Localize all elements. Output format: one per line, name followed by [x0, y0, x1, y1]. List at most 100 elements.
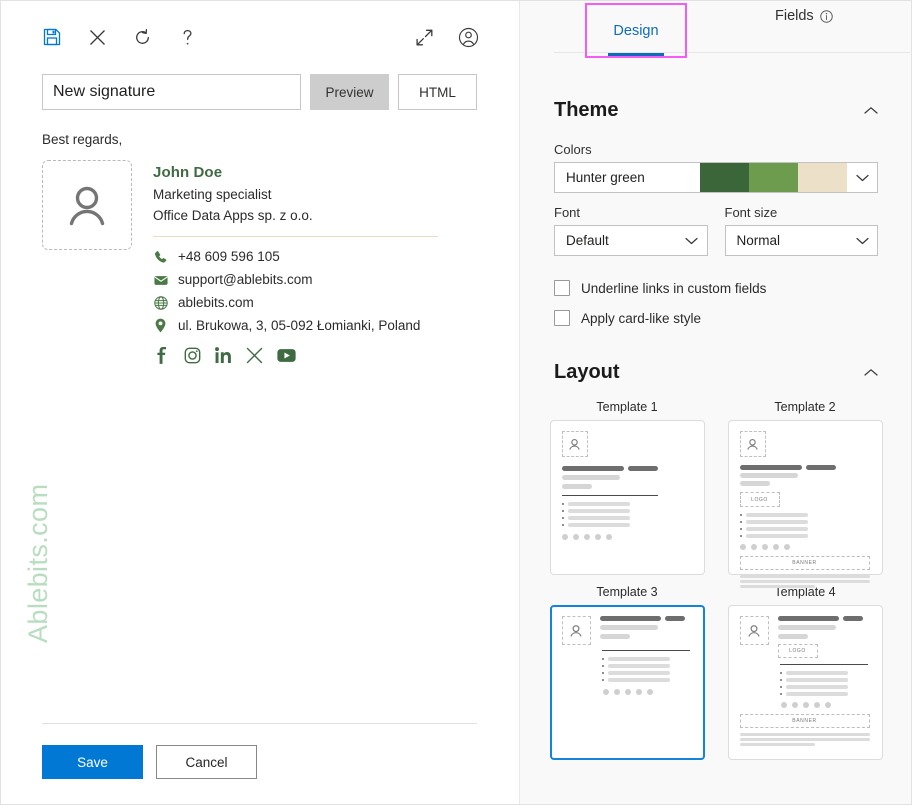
signature-name-input[interactable] [42, 74, 301, 110]
layout-title: Layout [554, 360, 620, 383]
html-tab-button[interactable]: HTML [398, 74, 477, 110]
refresh-icon[interactable] [133, 28, 152, 47]
instagram-icon[interactable] [184, 347, 201, 364]
globe-icon [153, 295, 168, 310]
chevron-up-icon[interactable] [864, 368, 878, 377]
theme-section-header[interactable]: Theme [520, 90, 912, 130]
cancel-button[interactable]: Cancel [156, 745, 257, 779]
signature-company: Office Data Apps sp. z o.o. [153, 208, 313, 223]
tab-design-label: Design [613, 22, 659, 39]
font-size-dropdown[interactable]: Normal [724, 225, 878, 256]
banner-placeholder: BANNER [739, 714, 870, 728]
contact-text: ablebits.com [178, 295, 254, 310]
youtube-icon[interactable] [277, 348, 296, 363]
contact-row-phone: +48 609 596 105 [153, 249, 438, 264]
template-3-label: Template 3 [596, 585, 658, 599]
location-pin-icon [153, 318, 168, 333]
underline-links-checkbox-row: Underline links in custom fields [520, 280, 912, 296]
logo-placeholder: LOGO [739, 492, 780, 507]
card-style-label: Apply card-like style [581, 310, 702, 326]
font-dropdown[interactable]: Default [554, 225, 708, 256]
colors-label: Colors [554, 142, 592, 157]
signature-editor-window: Preview HTML Best regards, John Doe Mark… [0, 0, 912, 805]
font-label: Font [554, 205, 581, 220]
phone-icon [153, 250, 168, 264]
logo-placeholder: LOGO [777, 644, 818, 658]
person-placeholder-icon [561, 431, 588, 457]
settings-pane: Design Fields Theme Colors Hunter green … [520, 0, 912, 805]
logo-label: LOGO [751, 496, 768, 503]
editor-footer: Save Cancel [42, 723, 477, 805]
close-x-icon[interactable] [88, 28, 107, 47]
editor-pane: Preview HTML Best regards, John Doe Mark… [0, 0, 520, 805]
template-3-card[interactable] [549, 605, 705, 760]
colors-dropdown[interactable]: Hunter green [554, 162, 878, 193]
template-cell-1: Template 1 [546, 400, 708, 575]
contact-row-website: ablebits.com [153, 295, 438, 310]
template-2-label: Template 2 [774, 400, 836, 414]
x-twitter-icon[interactable] [246, 347, 263, 364]
preview-tab-button[interactable]: Preview [310, 74, 389, 110]
template-2-card[interactable]: LOGO BANNER [727, 420, 883, 588]
font-value: Default [566, 233, 609, 248]
theme-fields: Colors Hunter green Font Default Font si… [520, 142, 912, 256]
signature-name-row: Preview HTML [0, 74, 519, 110]
toolbar-left-group [42, 27, 197, 47]
underline-links-checkbox[interactable] [554, 280, 570, 296]
layout-section-header[interactable]: Layout [520, 352, 912, 392]
template-4-card[interactable]: LOGO BANNER [727, 605, 883, 760]
social-links [153, 347, 438, 364]
signature-person-name: John Doe [153, 164, 223, 181]
banner-label: BANNER [792, 560, 817, 566]
template-cell-4: Template 4 LOGO BANNER [724, 585, 886, 760]
swatch-dark-green [700, 163, 749, 192]
info-circle-icon[interactable] [819, 9, 833, 23]
chevron-down-icon[interactable] [677, 237, 707, 245]
ablebits-watermark: Ablebits.com [23, 483, 53, 643]
person-placeholder-icon [739, 431, 766, 457]
account-person-icon[interactable] [458, 27, 479, 48]
card-style-checkbox-row: Apply card-like style [520, 310, 912, 326]
font-size-label: Font size [724, 205, 778, 220]
person-placeholder-icon [739, 616, 769, 645]
tab-fields[interactable]: Fields [775, 8, 833, 24]
facebook-icon[interactable] [153, 347, 170, 364]
signature-divider [153, 236, 438, 237]
contact-row-email: support@ablebits.com [153, 272, 438, 287]
theme-title: Theme [554, 98, 619, 121]
font-size-value: Normal [736, 233, 781, 248]
colors-value: Hunter green [566, 170, 645, 185]
underline-links-label: Underline links in custom fields [581, 280, 767, 296]
banner-label: BANNER [792, 718, 817, 724]
card-style-checkbox[interactable] [554, 310, 570, 326]
save-floppy-icon[interactable] [42, 27, 62, 47]
template-cell-2: Template 2 LOGO BANNER [724, 400, 886, 588]
signature-greeting: Best regards, [42, 132, 123, 147]
chevron-up-icon[interactable] [864, 106, 878, 115]
banner-placeholder: BANNER [739, 556, 870, 570]
settings-tabs: Design Fields [520, 0, 912, 62]
signature-details: John Doe Marketing specialist Office Dat… [153, 160, 438, 364]
expand-arrows-icon[interactable] [415, 28, 434, 47]
editor-toolbar [0, 0, 519, 74]
chevron-down-icon[interactable] [847, 237, 877, 245]
font-group: Font Default [554, 193, 708, 256]
save-button[interactable]: Save [42, 745, 143, 779]
chevron-down-icon[interactable] [847, 174, 877, 182]
email-icon [153, 273, 168, 287]
signature-card: John Doe Marketing specialist Office Dat… [42, 160, 477, 364]
signature-job-title: Marketing specialist [153, 187, 272, 202]
template-1-card[interactable] [549, 420, 705, 575]
tab-design[interactable]: Design [585, 3, 687, 58]
linkedin-icon[interactable] [215, 347, 232, 364]
help-question-icon[interactable] [178, 28, 197, 47]
font-size-group: Font size Normal [724, 193, 878, 256]
color-swatches [700, 163, 847, 192]
contact-text: ul. Brukowa, 3, 05-092 Łomianki, Poland [178, 318, 421, 333]
contact-text: +48 609 596 105 [178, 249, 280, 264]
swatch-cream [798, 163, 847, 192]
toolbar-right-group [415, 27, 479, 48]
template-1-label: Template 1 [596, 400, 658, 414]
person-placeholder-icon[interactable] [42, 160, 132, 250]
template-cell-3: Template 3 [546, 585, 708, 760]
